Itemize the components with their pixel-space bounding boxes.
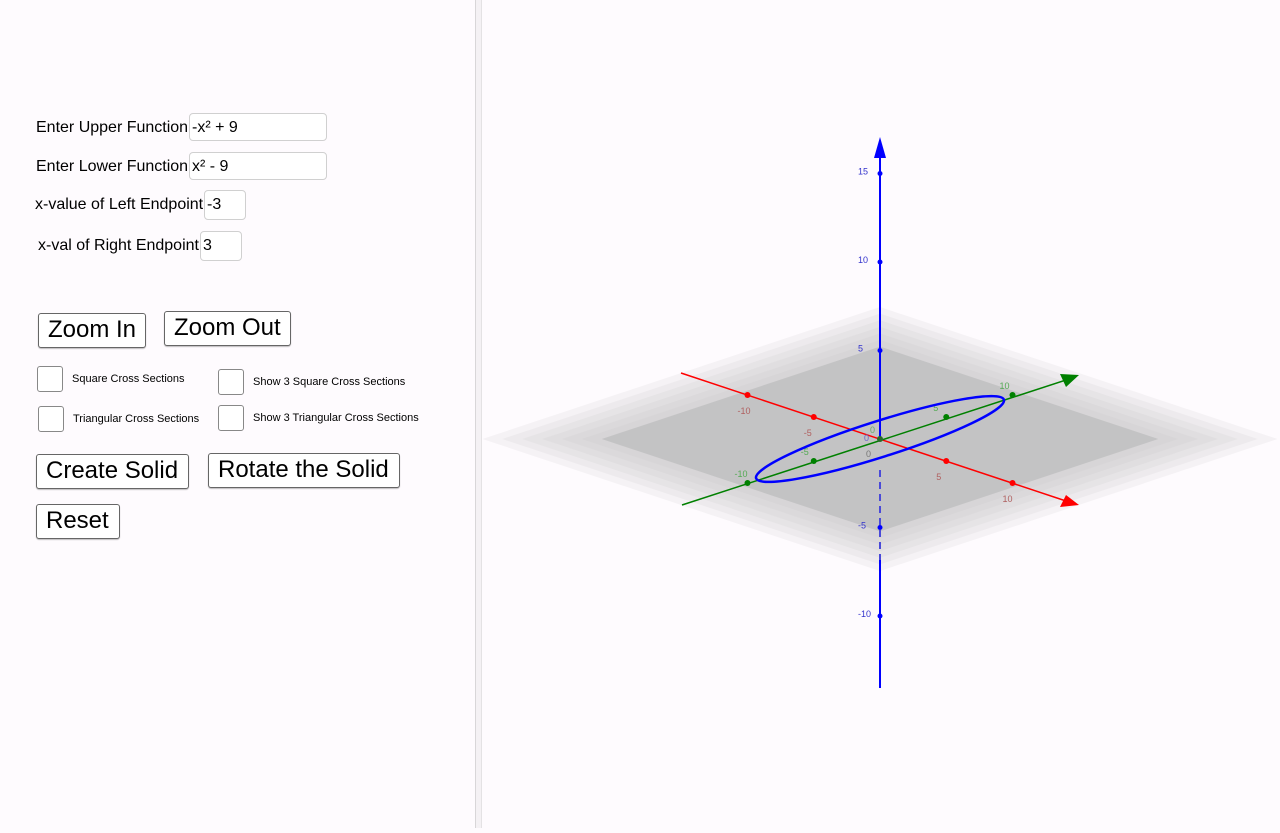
x-tick-label: 0	[866, 449, 871, 459]
z-tick-label: 10	[858, 255, 868, 265]
y-tick-label: 0	[870, 425, 875, 435]
right-endpoint-input[interactable]: 3	[200, 231, 242, 261]
z-tick-point	[877, 348, 883, 353]
left-endpoint-label: x-value of Left Endpoint	[35, 196, 204, 213]
z-tick-label: -5	[858, 521, 866, 531]
y-tick-point	[1009, 392, 1016, 398]
zoom-in-button[interactable]: Zoom In	[38, 313, 146, 348]
z-tick-label: -10	[858, 609, 871, 619]
reset-button[interactable]: Reset	[36, 504, 120, 539]
zoom-out-button[interactable]: Zoom Out	[164, 311, 291, 346]
y-tick-point	[810, 458, 817, 464]
z-tick-label: 15	[858, 167, 868, 177]
x-tick-label: 5	[936, 472, 941, 482]
show-3-square-cross-sections-label: Show 3 Square Cross Sections	[253, 376, 406, 388]
panel-divider[interactable]	[475, 0, 482, 828]
z-tick-label: 0	[864, 433, 869, 443]
square-cross-sections-checkbox[interactable]	[37, 366, 63, 392]
show-3-square-cross-sections-checkbox[interactable]	[218, 369, 244, 395]
z-tick-point	[877, 171, 883, 176]
rotate-solid-button[interactable]: Rotate the Solid	[208, 453, 400, 488]
graphics-3d-view[interactable]: -10 -5 0 5 10 -10 -5 0 5 10 15 10 5 0 -5 -10	[482, 0, 1280, 828]
y-tick-label: -10	[735, 469, 748, 479]
triangular-cross-sections-checkbox[interactable]	[38, 406, 64, 432]
origin-point	[877, 436, 883, 442]
upper-function-label: Enter Upper Function	[36, 119, 189, 136]
z-tick-point	[877, 613, 883, 619]
triangular-cross-sections-label: Triangular Cross Sections	[73, 413, 200, 425]
show-3-triangular-cross-sections-label: Show 3 Triangular Cross Sections	[253, 412, 419, 424]
left-endpoint-input[interactable]: -3	[204, 190, 246, 220]
y-tick-label: 10	[1000, 381, 1010, 391]
x-tick-point	[1009, 480, 1016, 486]
x-tick-label: 10	[1003, 494, 1013, 504]
x-tick-point	[744, 392, 751, 398]
square-cross-sections-label: Square Cross Sections	[72, 373, 185, 385]
lower-function-input[interactable]: x² - 9	[189, 152, 327, 180]
create-solid-button[interactable]: Create Solid	[36, 454, 189, 489]
x-tick-point	[810, 414, 817, 420]
x-tick-label: -10	[738, 406, 751, 416]
x-tick-label: -5	[804, 428, 812, 438]
right-endpoint-label: x-val of Right Endpoint	[38, 237, 199, 254]
y-tick-point	[943, 414, 950, 420]
z-axis-arrow	[874, 137, 886, 158]
control-panel: Enter Upper Function -x² + 9 Enter Lower…	[0, 0, 475, 828]
z-tick-point	[877, 259, 883, 265]
upper-function-input[interactable]: -x² + 9	[189, 113, 327, 141]
z-tick-label: 5	[858, 344, 863, 354]
z-tick-point	[877, 525, 883, 530]
show-3-triangular-cross-sections-checkbox[interactable]	[218, 405, 244, 431]
lower-function-label: Enter Lower Function	[36, 158, 189, 175]
y-tick-point	[744, 480, 751, 486]
x-tick-point	[943, 458, 950, 464]
